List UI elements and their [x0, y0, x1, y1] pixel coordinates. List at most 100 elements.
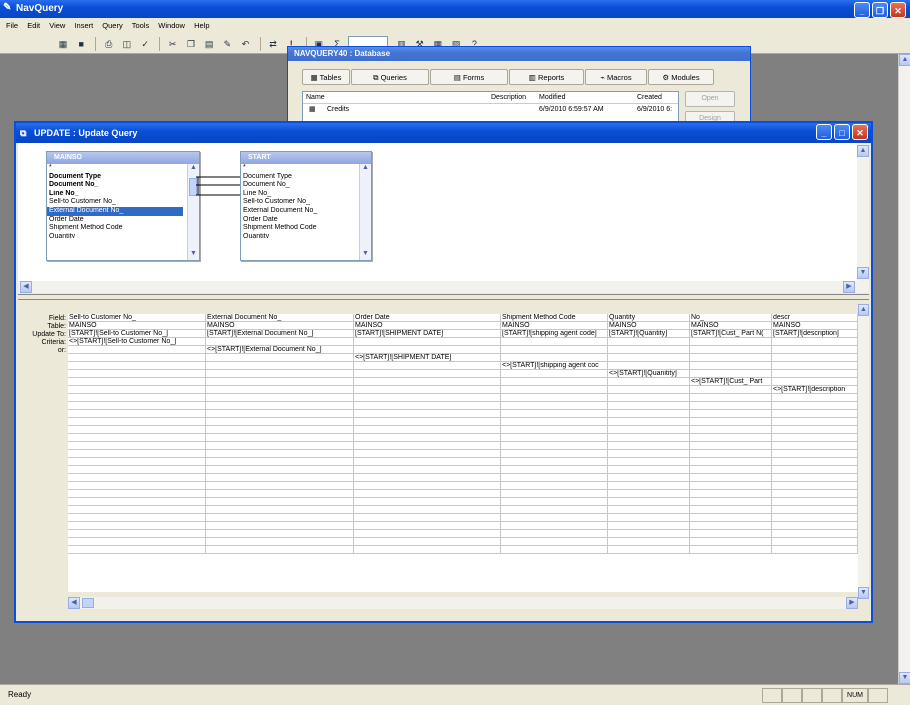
tab-macros[interactable]: ⌁ Macros [585, 69, 647, 85]
grid-cell[interactable] [690, 426, 772, 434]
grid-cell[interactable] [68, 394, 206, 402]
grid-cell[interactable] [772, 354, 858, 362]
field-row[interactable]: Document Type [241, 173, 371, 182]
grid-criteria-cell[interactable]: <>[START]![SHIPMENT DATE] [354, 354, 501, 362]
grid-cell[interactable] [354, 346, 501, 354]
grid-cell[interactable] [608, 482, 690, 490]
grid-cell[interactable] [501, 450, 608, 458]
grid-cell[interactable] [354, 370, 501, 378]
grid-cell[interactable] [68, 426, 206, 434]
grid-cell[interactable] [68, 490, 206, 498]
grid-update-to-cell[interactable]: [START]![SHIPMENT DATE] [354, 330, 501, 338]
grid-cell[interactable] [354, 530, 501, 538]
grid-cell[interactable] [772, 546, 858, 554]
grid-cell[interactable] [206, 450, 354, 458]
query-type-icon[interactable]: ⇄ [266, 37, 280, 51]
grid-cell[interactable] [690, 362, 772, 370]
grid-cell[interactable] [690, 522, 772, 530]
grid-cell[interactable] [772, 442, 858, 450]
grid-cell[interactable] [68, 362, 206, 370]
grid-cell[interactable] [501, 466, 608, 474]
grid-cell[interactable] [68, 434, 206, 442]
field-row[interactable]: Quantity [47, 233, 199, 238]
grid-cell[interactable] [206, 394, 354, 402]
menu-insert[interactable]: Insert [74, 21, 93, 30]
grid-cell[interactable] [608, 490, 690, 498]
grid-cell[interactable] [354, 490, 501, 498]
field-row[interactable]: Document Type [47, 173, 199, 182]
field-row[interactable]: Quantity [241, 233, 371, 238]
field-row[interactable]: External Document No_ [241, 207, 371, 216]
grid-cell[interactable] [501, 506, 608, 514]
scroll-down-arrow[interactable]: ▼ [188, 250, 199, 260]
table-start-scrollbar[interactable]: ▲ ▼ [359, 164, 371, 260]
paste-icon[interactable]: ▤ [202, 37, 216, 51]
query-minimize-button[interactable]: _ [816, 124, 832, 140]
grid-criteria-cell[interactable]: <>[START]![Quanitity] [608, 370, 690, 378]
table-pane-vscroll[interactable]: ▲ ▼ [857, 143, 869, 281]
grid-cell[interactable] [354, 514, 501, 522]
grid-field-cell[interactable]: Shipment Method Code [501, 314, 608, 322]
grid-cell[interactable] [501, 458, 608, 466]
field-row[interactable]: Order Date [47, 216, 199, 225]
grid-cell[interactable] [772, 514, 858, 522]
grid-cell[interactable] [501, 442, 608, 450]
grid-cell[interactable] [690, 354, 772, 362]
grid-cell[interactable] [354, 410, 501, 418]
grid-cell[interactable] [206, 378, 354, 386]
grid-cell[interactable] [690, 386, 772, 394]
grid-cell[interactable] [690, 530, 772, 538]
grid-cell[interactable] [68, 370, 206, 378]
grid-cell[interactable] [690, 450, 772, 458]
grid-cell[interactable] [206, 490, 354, 498]
grid-cell[interactable] [608, 538, 690, 546]
scroll-left-arrow[interactable]: ◀ [20, 281, 32, 293]
grid-cell[interactable] [690, 442, 772, 450]
grid-cell[interactable] [690, 402, 772, 410]
grid-cell[interactable] [206, 514, 354, 522]
grid-cell[interactable] [354, 506, 501, 514]
grid-cell[interactable] [772, 402, 858, 410]
grid-table-cell[interactable]: MAINSO [772, 322, 858, 330]
grid-cell[interactable] [608, 410, 690, 418]
grid-cell[interactable] [690, 538, 772, 546]
grid-vscroll[interactable]: ▲ ▼ [858, 304, 869, 599]
undo-icon[interactable]: ↶ [239, 37, 253, 51]
grid-cell[interactable] [501, 434, 608, 442]
grid-cell[interactable] [772, 434, 858, 442]
field-row[interactable]: Document No_ [241, 181, 371, 190]
list-item[interactable]: ▦ Credits 6/9/2010 6:59:57 AM 6/9/2010 6… [303, 104, 678, 116]
grid-hscroll[interactable]: ◀ ▶ [68, 597, 858, 609]
grid-field-cell[interactable]: Sell-to Customer No_ [68, 314, 206, 322]
grid-cell[interactable] [206, 418, 354, 426]
grid-cell[interactable] [772, 498, 858, 506]
grid-cell[interactable] [206, 370, 354, 378]
grid-cell[interactable] [772, 530, 858, 538]
copy-icon[interactable]: ❐ [184, 37, 198, 51]
grid-cell[interactable] [772, 490, 858, 498]
grid-cell[interactable] [206, 498, 354, 506]
menu-window[interactable]: Window [158, 21, 185, 30]
grid-cell[interactable] [68, 482, 206, 490]
grid-cell[interactable] [608, 466, 690, 474]
grid-cell[interactable] [68, 466, 206, 474]
open-button[interactable]: Open [685, 91, 735, 107]
menu-file[interactable]: File [6, 21, 18, 30]
format-painter-icon[interactable]: ✎ [220, 37, 234, 51]
grid-cell[interactable] [608, 514, 690, 522]
scroll-down-arrow[interactable]: ▼ [857, 267, 869, 279]
grid-cell[interactable] [206, 386, 354, 394]
grid-cell[interactable] [68, 410, 206, 418]
grid-cell[interactable] [772, 466, 858, 474]
grid-cell[interactable] [690, 506, 772, 514]
grid-cell[interactable] [772, 346, 858, 354]
grid-cell[interactable] [501, 402, 608, 410]
grid-cell[interactable] [501, 474, 608, 482]
field-row[interactable]: * [241, 164, 371, 173]
grid-cell[interactable] [206, 410, 354, 418]
grid-cell[interactable] [608, 458, 690, 466]
grid-cell[interactable] [354, 466, 501, 474]
grid-cell[interactable] [206, 506, 354, 514]
save-icon[interactable]: ■ [74, 37, 88, 51]
minimize-button[interactable]: _ [854, 2, 870, 18]
